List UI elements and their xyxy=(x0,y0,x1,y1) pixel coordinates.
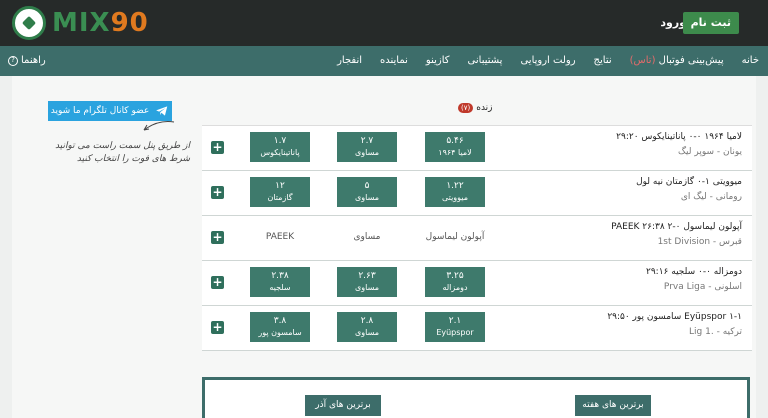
odd-home-button[interactable]: ۲.۱ Eyüpspor xyxy=(425,312,485,342)
nav-item-home[interactable]: خانه xyxy=(733,46,768,76)
odd-home-locked: آپولون لیماسول xyxy=(425,232,485,242)
match-row: + ۳.۸ سامسون پور ۲.۸ مساوی ۲.۱ Eyüpspor Eyü… xyxy=(202,306,752,351)
match-league: قبرس - 1st Division xyxy=(657,237,742,247)
match-info: Eyüpspor ۱-۱ سامسون پور ۲۹:۵۰ ترکیه - .1… xyxy=(527,312,742,337)
match-title: آپولون لیماسول ۰-۲ PAEEK ۲۶:۳۸ xyxy=(611,222,742,232)
logo-text: MIX90 xyxy=(52,8,149,38)
match-title: Eyüpspor ۱-۱ سامسون پور ۲۹:۵۰ xyxy=(607,312,742,322)
odd-away-button[interactable]: ۱.۷ پاناتینایکوس xyxy=(250,132,310,162)
odd-draw-button[interactable]: ۵ مساوی xyxy=(337,177,397,207)
match-row: + ۱۲ گازمتان ۵ مساوی ۱.۲۲ میوویتی میوویتی ۱… xyxy=(202,171,752,216)
odd-draw-locked: مساوی xyxy=(353,232,381,242)
live-label[interactable]: زنده (۷) xyxy=(458,101,493,115)
help-link[interactable]: ? راهنما xyxy=(8,46,46,76)
expand-plus-icon[interactable]: + xyxy=(211,276,224,289)
question-icon: ? xyxy=(8,56,18,66)
top-bar: MIX90 ورود ثبت نام xyxy=(0,0,768,46)
match-row: + ۲.۳۸ سلجیه ۲.۶۳ مساوی ۳.۲۵ دومزاله دومزال… xyxy=(202,261,752,306)
odd-draw-button[interactable]: ۲.۷ مساوی xyxy=(337,132,397,162)
match-title: دومزاله ۰-۰ سلجیه ۲۹:۱۶ xyxy=(646,267,742,277)
expand-plus-icon[interactable]: + xyxy=(211,141,224,154)
nav-item-crash[interactable]: انفجار xyxy=(328,46,371,76)
match-row: + PAEEK مساوی آپولون لیماسول آپولون لیما… xyxy=(202,216,752,261)
top-of-week-button[interactable]: برترین های هفته xyxy=(575,395,651,416)
odd-home-button[interactable]: ۱.۲۲ میوویتی xyxy=(425,177,485,207)
nav-item-support[interactable]: پشتیبانی xyxy=(459,46,512,76)
expand-plus-icon[interactable]: + xyxy=(211,186,224,199)
register-button[interactable]: ثبت نام xyxy=(682,12,739,34)
match-row: + ۱.۷ پاناتینایکوس ۲.۷ مساوی ۵.۴۶ لامیا ۱۹۶… xyxy=(202,126,752,171)
match-info: دومزاله ۰-۰ سلجیه ۲۹:۱۶ اسلونی - Prva Li… xyxy=(527,267,742,292)
telegram-icon xyxy=(156,106,168,116)
odd-home-button[interactable]: ۳.۲۵ دومزاله xyxy=(425,267,485,297)
matches-list: + ۱.۷ پاناتینایکوس ۲.۷ مساوی ۵.۴۶ لامیا ۱۹۶… xyxy=(202,125,752,351)
odd-away-button[interactable]: ۲.۳۸ سلجیه xyxy=(250,267,310,297)
odd-away-button[interactable]: ۳.۸ سامسون پور xyxy=(250,312,310,342)
live-count-badge: (۷) xyxy=(458,103,474,113)
nav-item-prediction[interactable]: پیش‌بینی فوتبال (تاس) xyxy=(621,46,733,76)
match-league: رومانی - لیگ ای xyxy=(680,192,742,202)
nav-item-roulette[interactable]: رولت اروپایی xyxy=(511,46,584,76)
top-of-month-button[interactable]: برترین های آذر xyxy=(305,395,381,416)
nav-item-casino[interactable]: کازینو xyxy=(417,46,459,76)
leaderboard-box xyxy=(202,377,750,418)
odd-away-locked: PAEEK xyxy=(265,232,295,242)
match-title: میوویتی ۱-۰ گازمتان نیه لول xyxy=(636,177,742,187)
match-info: آپولون لیماسول ۰-۲ PAEEK ۲۶:۳۸ قبرس - 1s… xyxy=(527,222,742,247)
nav-item-agent[interactable]: نماینده xyxy=(371,46,417,76)
match-info: میوویتی ۱-۰ گازمتان نیه لول رومانی - لیگ… xyxy=(527,177,742,202)
main-nav: خانه پیش‌بینی فوتبال (تاس) نتایج رولت ار… xyxy=(0,46,768,76)
match-title: لامیا ۱۹۶۴ ۰-۰ پاناتینایکوس ۲۹:۲۰ xyxy=(616,132,742,142)
match-league: ترکیه - .1 Lig xyxy=(689,327,742,337)
odd-home-button[interactable]: ۵.۴۶ لامیا ۱۹۶۴ xyxy=(425,132,485,162)
soccer-ball-icon xyxy=(12,6,46,40)
odd-draw-button[interactable]: ۲.۸ مساوی xyxy=(337,312,397,342)
expand-plus-icon[interactable]: + xyxy=(211,321,224,334)
hint-note: از طریق پنل سمت راست می توانید شرط های ف… xyxy=(55,141,190,164)
match-league: اسلونی - Prva Liga xyxy=(663,282,742,292)
match-info: لامیا ۱۹۶۴ ۰-۰ پاناتینایکوس ۲۹:۲۰ یونان … xyxy=(527,132,742,157)
expand-plus-icon[interactable]: + xyxy=(211,231,224,244)
odd-away-button[interactable]: ۱۲ گازمتان xyxy=(250,177,310,207)
site-logo[interactable]: MIX90 xyxy=(12,6,149,40)
nav-item-results[interactable]: نتایج xyxy=(585,46,621,76)
match-league: یونان - سوپر لیگ xyxy=(677,147,742,157)
arrow-icon xyxy=(143,121,175,131)
odd-draw-button[interactable]: ۲.۶۳ مساوی xyxy=(337,267,397,297)
